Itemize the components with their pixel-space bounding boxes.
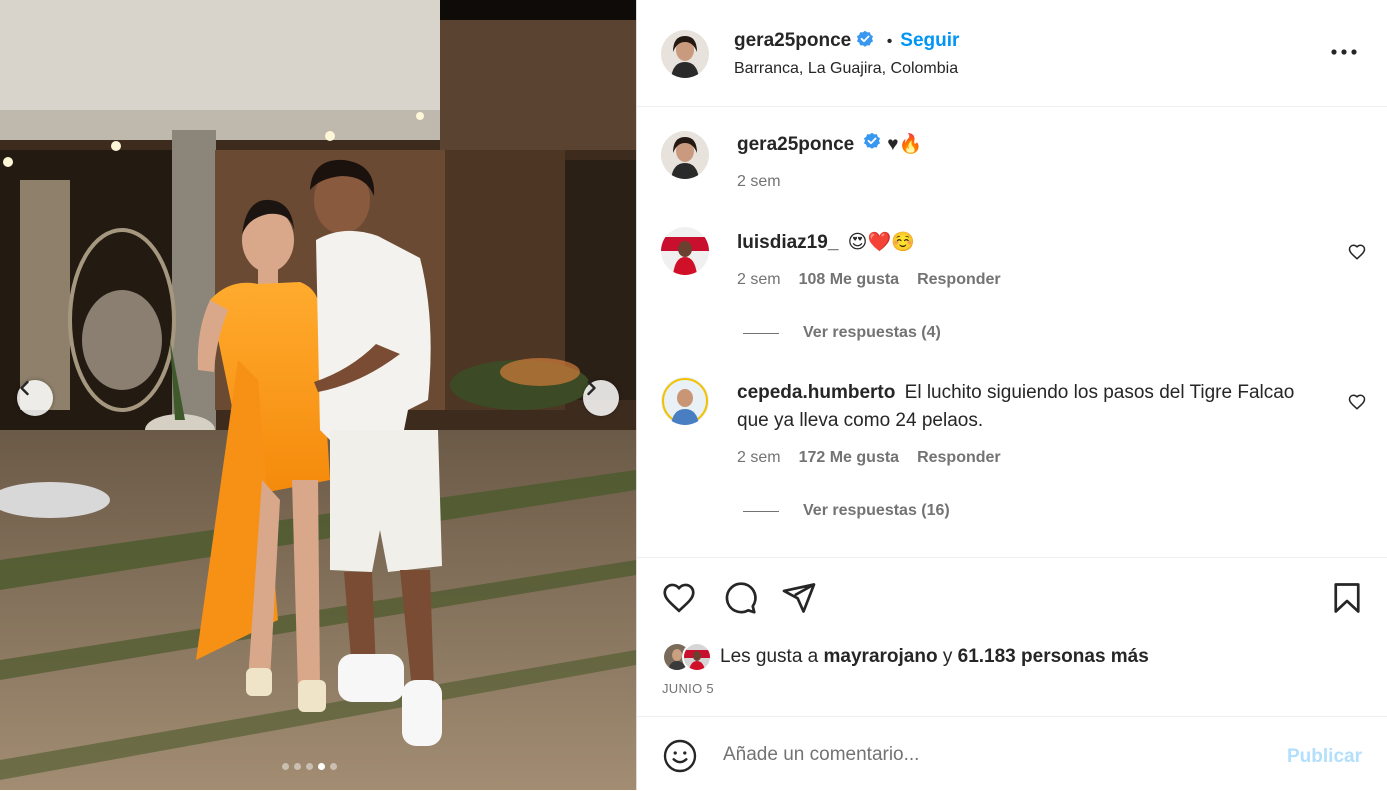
comment-meta: 2 sem 108 Me gusta Responder <box>737 271 1001 289</box>
comment-text-block: cepeda.humberto El luchito siguiendo los… <box>737 379 1297 435</box>
comment-username[interactable]: cepeda.humberto <box>737 382 895 403</box>
photo-illustration <box>0 0 636 790</box>
post-actions: Les gusta a mayrarojano y 61.183 persona… <box>637 557 1387 716</box>
reply-button[interactable]: Responder <box>917 271 1001 289</box>
comment-item: luisdiaz19_ 😍❤️☺️ 2 sem 108 Me gusta Res… <box>637 207 1387 357</box>
likes-others[interactable]: 61.183 personas más <box>958 646 1149 667</box>
like-comment-button[interactable] <box>1348 393 1366 416</box>
more-options-button[interactable] <box>1331 45 1357 64</box>
carousel-dot <box>330 763 337 770</box>
comment-bubble-icon <box>725 582 757 614</box>
author-avatar[interactable] <box>661 30 709 78</box>
comment-text-block: luisdiaz19_ 😍❤️☺️ <box>737 229 1297 257</box>
heart-outline-icon <box>1348 244 1366 260</box>
post-photo[interactable] <box>0 0 636 790</box>
like-post-button[interactable] <box>661 580 697 621</box>
caption-meta: 2 sem <box>737 173 781 191</box>
author-username[interactable]: gera25ponce <box>734 30 851 51</box>
comments-section: gera25ponce ♥🔥 2 sem luisdiaz19_ 😍❤️☺️ 2… <box>637 107 1387 557</box>
avatar-image <box>661 227 709 275</box>
previous-photo-button[interactable] <box>17 380 53 416</box>
send-paper-plane-icon <box>782 583 816 613</box>
avatar-image <box>661 377 709 425</box>
comment-likes[interactable]: 108 Me gusta <box>799 271 899 289</box>
likes-prefix: Les gusta a <box>720 646 819 667</box>
likes-summary: Les gusta a mayrarojano y 61.183 persona… <box>662 642 1149 672</box>
comment-time[interactable]: 2 sem <box>737 271 781 289</box>
carousel-dot <box>282 763 289 770</box>
likes-conj: y <box>942 646 953 667</box>
chevron-right-icon <box>587 380 596 396</box>
carousel-indicator <box>282 763 337 770</box>
heart-outline-icon <box>1348 394 1366 410</box>
comment-item: cepeda.humberto El luchito siguiendo los… <box>637 357 1387 537</box>
view-replies-label: Ver respuestas (4) <box>803 324 941 341</box>
replies-divider <box>743 510 779 512</box>
view-replies-button[interactable]: Ver respuestas (16) <box>743 502 950 520</box>
emoji-picker-button[interactable] <box>662 738 698 779</box>
reply-button[interactable]: Responder <box>917 449 1001 467</box>
caption-username[interactable]: gera25ponce <box>737 134 854 155</box>
comment-meta: 2 sem 172 Me gusta Responder <box>737 449 1001 467</box>
caption-row: gera25ponce ♥🔥 2 sem <box>637 107 1387 207</box>
comment-time[interactable]: 2 sem <box>737 449 781 467</box>
chevron-left-icon <box>20 380 29 396</box>
view-replies-button[interactable]: Ver respuestas (4) <box>743 324 941 342</box>
comment-avatar[interactable] <box>661 377 709 425</box>
liker-avatar <box>682 642 712 672</box>
comment-button[interactable] <box>722 580 758 621</box>
publish-button[interactable]: Publicar <box>1287 746 1362 768</box>
comment-avatar[interactable] <box>661 227 709 275</box>
likes-text: Les gusta a mayrarojano y 61.183 persona… <box>720 646 1149 668</box>
header-title-row: gera25ponce • Seguir <box>734 30 959 53</box>
post-header: gera25ponce • Seguir Barranca, La Guajira… <box>637 0 1387 107</box>
verified-badge-icon <box>856 30 874 53</box>
comment-username[interactable]: luisdiaz19_ <box>737 232 838 253</box>
carousel-dot <box>306 763 313 770</box>
heart-outline-icon <box>663 583 695 613</box>
avatar-image <box>661 131 709 179</box>
follow-button[interactable]: Seguir <box>900 30 959 51</box>
like-comment-button[interactable] <box>1348 243 1366 266</box>
save-post-button[interactable] <box>1329 580 1365 621</box>
caption-text-block: gera25ponce ♥🔥 <box>737 131 1297 159</box>
caption-author-avatar[interactable] <box>661 131 709 179</box>
post-location[interactable]: Barranca, La Guajira, Colombia <box>734 60 958 78</box>
caption-text: ♥🔥 <box>887 134 923 156</box>
post-details-panel: gera25ponce • Seguir Barranca, La Guajira… <box>636 0 1387 790</box>
view-replies-label: Ver respuestas (16) <box>803 502 950 519</box>
replies-divider <box>743 332 779 334</box>
carousel-dot <box>294 763 301 770</box>
bookmark-outline-icon <box>1334 583 1360 613</box>
post-date[interactable]: JUNIO 5 <box>662 681 714 696</box>
comment-text: 😍❤️☺️ <box>847 232 915 253</box>
more-horizontal-icon <box>1331 49 1357 55</box>
verified-badge-icon <box>863 131 881 159</box>
header-separator: • <box>886 33 893 50</box>
add-comment-bar: Publicar <box>637 716 1387 791</box>
share-button[interactable] <box>781 580 817 621</box>
comment-likes[interactable]: 172 Me gusta <box>799 449 899 467</box>
avatar-image <box>661 30 709 78</box>
caption-time[interactable]: 2 sem <box>737 173 781 191</box>
next-photo-button[interactable] <box>583 380 619 416</box>
comment-input[interactable] <box>721 739 1245 771</box>
carousel-dot-active <box>318 763 325 770</box>
smiley-face-icon <box>663 739 697 773</box>
likes-user[interactable]: mayrarojano <box>824 646 938 667</box>
